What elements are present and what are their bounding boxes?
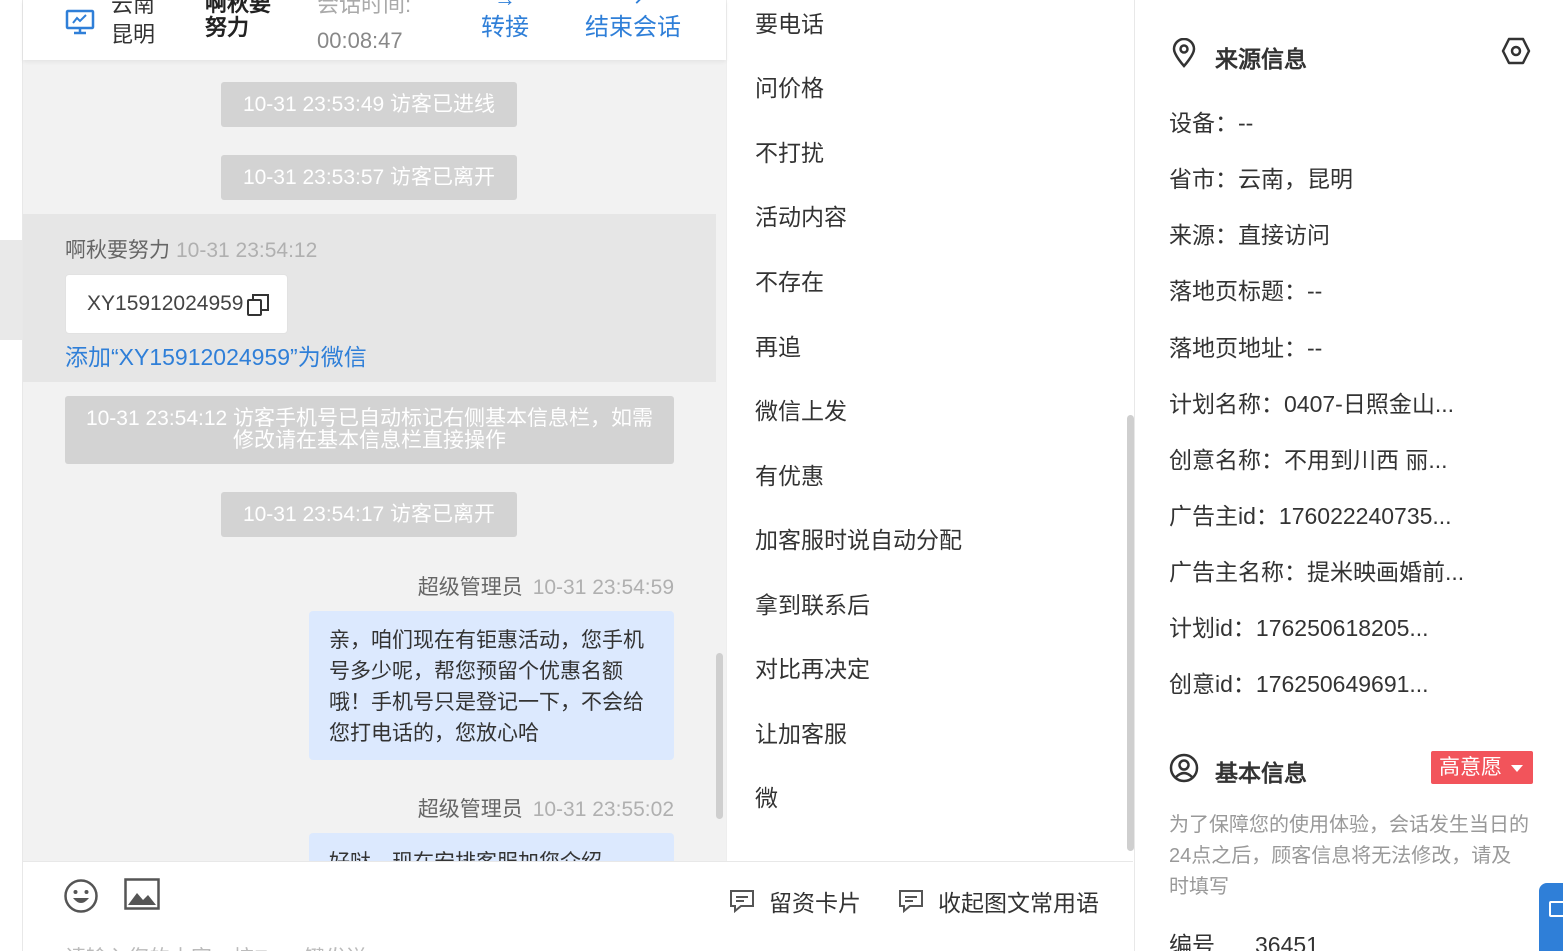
emoji-icon[interactable]	[63, 878, 99, 914]
visitor-code-card[interactable]: XY15912024959	[65, 274, 288, 334]
location-pin-icon	[1172, 38, 1196, 68]
message-input[interactable]: 请输入您的内容，按Enter键发送	[65, 942, 367, 951]
phrase-item[interactable]: 问价格	[755, 69, 824, 103]
arrow-right-icon: →	[481, 0, 529, 10]
info-plan-id: 计划id：176250618205...	[1169, 615, 1429, 641]
info-landing-title: 落地页标题：--	[1169, 278, 1323, 304]
info-advertiser-id: 广告主id：176022240735...	[1169, 503, 1452, 529]
chat-card-icon	[730, 890, 754, 913]
agent-sender-name: 超级管理员	[417, 798, 523, 821]
user-circle-icon	[1169, 753, 1199, 783]
agent-sender-name: 超级管理员	[417, 576, 523, 599]
session-time: 00:08:47	[317, 28, 403, 53]
collapse-phrases-label: 收起图文常用语	[938, 890, 1099, 916]
phrases-scrollbar[interactable]	[1127, 415, 1134, 851]
exit-icon: ↪	[585, 0, 681, 10]
message-input-area: 留资卡片 收起图文常用语 请输入您的内容，按Enter键发送	[23, 861, 1133, 951]
info-landing-url: 落地页地址：--	[1169, 335, 1323, 361]
phrase-item[interactable]: 微	[755, 779, 778, 813]
info-advertiser-name: 广告主名称：提米映画婚前...	[1169, 559, 1465, 585]
source-info-title: 来源信息	[1215, 46, 1307, 72]
chat-scrollbar[interactable]	[716, 653, 723, 819]
info-device: 设备：--	[1169, 110, 1254, 136]
phrase-item[interactable]: 要电话	[755, 5, 824, 39]
image-icon[interactable]	[124, 878, 160, 910]
edit-notice: 为了保障您的使用体验，会话发生当日的24点之后，顾客信息将无法修改，请及时填写	[1169, 814, 1529, 898]
visitor-sender-name: 啊秋要努力	[65, 239, 170, 262]
message-time: 10-31 23:54:59	[532, 576, 674, 599]
phrase-item[interactable]: 让加客服	[755, 715, 847, 749]
add-wechat-link[interactable]: 添加“XY15912024959”为微信	[65, 338, 367, 372]
system-message: 10-31 23:53:57 访客已离开	[221, 155, 517, 200]
phrase-item[interactable]: 有优惠	[755, 457, 824, 491]
basic-info-title: 基本信息	[1215, 760, 1307, 786]
visitor-id-label: 编号	[1169, 932, 1215, 951]
transfer-button[interactable]: → 转接	[481, 0, 529, 44]
copy-icon[interactable]	[247, 294, 269, 316]
lead-card-button[interactable]: 留资卡片	[729, 884, 861, 918]
phrase-item[interactable]: 加客服时说自动分配	[755, 521, 962, 555]
system-message: 10-31 23:54:17 访客已离开	[221, 492, 517, 537]
agent-message-header: 超级管理员 10-31 23:54:59	[418, 571, 674, 601]
floating-action-button[interactable]	[1539, 883, 1563, 951]
transfer-label: 转接	[481, 14, 529, 41]
agent-message-header: 超级管理员 10-31 23:55:02	[418, 793, 674, 823]
system-message: 10-31 23:53:49 访客已进线	[221, 82, 517, 127]
agent-message-bubble: 好哒，现在安排客服加您介绍	[309, 833, 674, 861]
visitor-message-header: 啊秋要努力 10-31 23:54:12	[65, 234, 317, 264]
phrase-item[interactable]: 拿到联系后	[755, 586, 870, 620]
session-time-label: 会话时间:	[317, 0, 412, 17]
info-creative-name: 创意名称：不用到川西 丽...	[1169, 447, 1448, 473]
info-plan-name: 计划名称：0407-日照金山...	[1169, 391, 1454, 417]
lead-card-label: 留资卡片	[769, 890, 861, 916]
app-root: 云南昆明 啊秋要努力 会话时间: 00:08:47 → 转接 ↪ 结束会话 10…	[0, 0, 1563, 951]
caret-down-icon	[1511, 765, 1523, 772]
visitor-code: XY15912024959	[87, 292, 244, 315]
chat-header: 云南昆明 啊秋要努力 会话时间: 00:08:47 → 转接 ↪ 结束会话	[23, 0, 726, 60]
visitor-id-value: 36451	[1255, 932, 1319, 951]
agent-message-bubble: 亲，咱们现在有钜惠活动，您手机号多少呢，帮您预留个优惠名额哦！手机号只是登记一下…	[309, 611, 674, 760]
visitor-id-row: 编号 36451	[1169, 926, 1319, 951]
end-session-button[interactable]: ↪ 结束会话	[585, 0, 681, 44]
phrase-item[interactable]: 活动内容	[755, 198, 847, 232]
info-source: 来源：直接访问	[1169, 222, 1330, 248]
system-note: 10-31 23:54:12 访客手机号已自动标记右侧基本信息栏，如需修改请在基…	[65, 396, 674, 464]
phrase-item[interactable]: 微信上发	[755, 392, 847, 426]
visitor-location: 云南昆明	[111, 0, 156, 47]
settings-icon[interactable]	[1501, 36, 1531, 66]
phrase-item[interactable]: 不打扰	[755, 134, 824, 168]
collapse-handle[interactable]	[0, 240, 22, 340]
quick-phrases-panel: 要电话 问价格 不打扰 活动内容 不存在 再追 微信上发 有优惠 加客服时说自动…	[726, 0, 1134, 861]
left-edge-strip	[0, 0, 23, 951]
chat-icon	[1549, 901, 1563, 917]
intent-label: 高意愿	[1439, 756, 1502, 779]
intent-dropdown[interactable]: 高意愿	[1431, 751, 1533, 784]
visitor-info-panel: 来源信息 设备：-- 省市：云南，昆明 来源：直接访问 落地页标题：-- 落地页…	[1134, 0, 1563, 951]
end-session-label: 结束会话	[585, 14, 681, 41]
phrase-item[interactable]: 再追	[755, 328, 801, 362]
monitor-icon	[65, 9, 95, 35]
message-time: 10-31 23:55:02	[532, 798, 674, 821]
message-time: 10-31 23:54:12	[176, 239, 318, 262]
chat-card-icon	[899, 890, 923, 913]
phrase-item[interactable]: 对比再决定	[755, 650, 870, 684]
info-province-city: 省市：云南，昆明	[1169, 166, 1353, 192]
phrase-item[interactable]: 不存在	[755, 263, 824, 297]
info-creative-id: 创意id：176250649691...	[1169, 671, 1429, 697]
chat-messages[interactable]: 10-31 23:53:49 访客已进线 10-31 23:53:57 访客已离…	[23, 60, 726, 861]
visitor-name: 啊秋要努力	[205, 0, 272, 40]
collapse-phrases-button[interactable]: 收起图文常用语	[898, 884, 1099, 918]
